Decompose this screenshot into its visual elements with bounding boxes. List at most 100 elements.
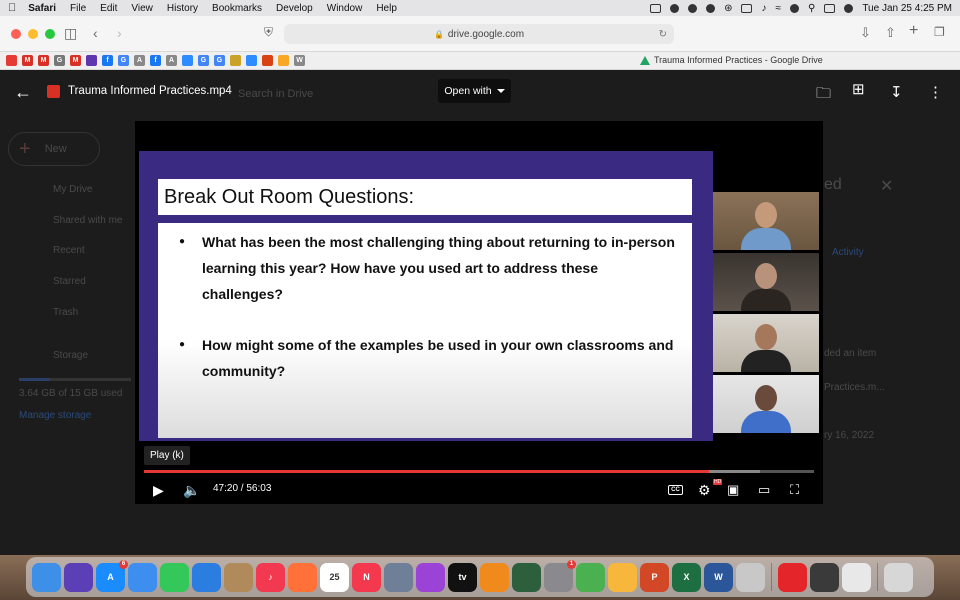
minimize-window-button[interactable] bbox=[28, 29, 38, 39]
textedit-icon[interactable] bbox=[842, 562, 871, 592]
gmail-icon[interactable]: M bbox=[22, 55, 33, 66]
podcasts-icon[interactable] bbox=[416, 562, 445, 592]
share-icon[interactable]: ⇧ bbox=[885, 25, 896, 41]
time-machine-icon[interactable] bbox=[512, 562, 541, 592]
maps-icon[interactable] bbox=[576, 562, 605, 592]
google-icon[interactable]: G bbox=[198, 55, 209, 66]
system-preferences-icon[interactable]: 1 bbox=[544, 559, 576, 592]
tab-activity[interactable]: Activity bbox=[832, 247, 864, 258]
siri-menu-icon[interactable] bbox=[844, 3, 854, 13]
control-center-icon[interactable] bbox=[824, 3, 836, 13]
nav-starred[interactable]: Starred bbox=[53, 276, 86, 287]
zoom-window-button[interactable] bbox=[45, 29, 55, 39]
acrobat-icon[interactable] bbox=[778, 562, 807, 592]
bookmark-icon[interactable] bbox=[230, 55, 241, 66]
siri-icon[interactable] bbox=[64, 562, 93, 592]
captions-icon[interactable]: CC bbox=[668, 485, 683, 495]
menu-file[interactable]: File bbox=[70, 3, 86, 14]
battery-icon[interactable] bbox=[741, 3, 753, 13]
cast-icon[interactable]: ▭ bbox=[758, 482, 770, 498]
play-status-icon[interactable] bbox=[688, 3, 698, 13]
google-icon[interactable]: G bbox=[118, 55, 129, 66]
download-icon[interactable]: ↧ bbox=[890, 83, 903, 101]
close-window-button[interactable] bbox=[11, 29, 21, 39]
menu-edit[interactable]: Edit bbox=[100, 3, 117, 14]
search-icon[interactable]: ⚲ bbox=[808, 3, 815, 14]
volume-icon[interactable]: ♪ bbox=[761, 3, 766, 14]
finder-icon[interactable] bbox=[32, 562, 61, 592]
facebook-icon[interactable]: f bbox=[102, 55, 113, 66]
music-icon[interactable]: ♪ bbox=[256, 562, 285, 592]
zoom-icon[interactable] bbox=[182, 55, 193, 66]
add-to-folder-icon[interactable]: 🗀 bbox=[816, 83, 831, 108]
w-icon[interactable]: W bbox=[294, 55, 305, 66]
menu-safari[interactable]: Safari bbox=[28, 3, 56, 14]
g-icon[interactable]: G bbox=[54, 55, 65, 66]
forward-nav-icon[interactable]: › bbox=[117, 25, 122, 41]
gmail-icon[interactable]: M bbox=[38, 55, 49, 66]
back-arrow-icon[interactable]: ← bbox=[14, 82, 32, 103]
privacy-shield-icon[interactable]: ⛨ bbox=[264, 25, 273, 40]
downloads-icon[interactable]: ⇩ bbox=[860, 25, 871, 41]
wifi-icon[interactable]: ≈ bbox=[775, 3, 781, 14]
reload-icon[interactable]: ↻ bbox=[659, 29, 667, 40]
facebook-icon[interactable]: f bbox=[150, 55, 161, 66]
tab-overview-icon[interactable]: ❐ bbox=[934, 25, 945, 39]
progress-bar[interactable] bbox=[144, 470, 814, 473]
excel-icon[interactable]: X bbox=[672, 562, 701, 592]
add-comment-icon[interactable]: ⊞ bbox=[852, 80, 865, 98]
calculator-icon[interactable] bbox=[810, 562, 839, 592]
messages-icon[interactable] bbox=[160, 562, 189, 592]
a-icon[interactable]: A bbox=[166, 55, 177, 66]
apple-menu-icon[interactable]:  bbox=[8, 2, 16, 14]
time-machine-status-icon[interactable] bbox=[706, 3, 716, 13]
more-options-icon[interactable]: ⋮ bbox=[928, 83, 943, 101]
bookmark-icon[interactable] bbox=[278, 55, 289, 66]
nav-trash[interactable]: Trash bbox=[53, 307, 78, 318]
contacts-icon[interactable] bbox=[224, 562, 253, 592]
nav-my-drive[interactable]: My Drive bbox=[53, 184, 92, 195]
calendar-icon[interactable]: 25 bbox=[320, 562, 349, 592]
new-tab-icon[interactable]: + bbox=[909, 22, 918, 40]
volume-icon[interactable]: 🔈 bbox=[183, 482, 200, 499]
menu-view[interactable]: View bbox=[131, 3, 153, 14]
photos-icon[interactable] bbox=[608, 562, 637, 592]
play-icon[interactable]: ▶ bbox=[153, 482, 164, 499]
nav-shared-with-me[interactable]: Shared with me bbox=[53, 215, 122, 226]
manage-storage-link[interactable]: Manage storage bbox=[19, 410, 91, 421]
back-nav-icon[interactable]: ‹ bbox=[93, 25, 98, 41]
menu-help[interactable]: Help bbox=[376, 3, 397, 14]
menu-develop[interactable]: Develop bbox=[276, 3, 313, 14]
a-icon[interactable]: A bbox=[134, 55, 145, 66]
fullscreen-icon[interactable]: ⛶ bbox=[790, 482, 799, 498]
app-store-icon[interactable]: A6 bbox=[96, 559, 128, 592]
video-player[interactable]: Break Out Room Questions: What has been … bbox=[135, 121, 823, 504]
zoom-icon[interactable] bbox=[246, 55, 257, 66]
address-bar[interactable]: 🔒 drive.google.com ↻ bbox=[284, 24, 674, 44]
menu-bookmarks[interactable]: Bookmarks bbox=[212, 3, 262, 14]
close-panel-icon[interactable]: ✕ bbox=[880, 176, 893, 196]
new-button[interactable]: + New bbox=[8, 132, 100, 166]
menu-history[interactable]: History bbox=[167, 3, 198, 14]
mail-icon[interactable] bbox=[128, 562, 157, 592]
dropbox-icon[interactable] bbox=[650, 3, 662, 13]
powerpoint-icon[interactable]: P bbox=[640, 562, 669, 592]
google-icon[interactable]: G bbox=[214, 55, 225, 66]
word-icon[interactable]: W bbox=[704, 562, 733, 592]
active-tab[interactable]: Trauma Informed Practices - Google Drive bbox=[640, 55, 823, 65]
open-with-button[interactable]: Open with bbox=[438, 79, 511, 103]
utilities-icon[interactable] bbox=[736, 562, 765, 592]
firefox-icon[interactable] bbox=[288, 562, 317, 592]
preview-icon[interactable] bbox=[384, 562, 413, 592]
news-icon[interactable]: N bbox=[352, 562, 381, 592]
list-icon[interactable] bbox=[86, 55, 97, 66]
menu-window[interactable]: Window bbox=[327, 3, 363, 14]
sidebar-toggle-icon[interactable]: ◫ bbox=[64, 25, 77, 42]
malwarebytes-icon[interactable] bbox=[670, 3, 680, 13]
user-icon[interactable] bbox=[789, 3, 799, 13]
safari-icon[interactable] bbox=[192, 562, 221, 592]
nav-recent[interactable]: Recent bbox=[53, 245, 85, 256]
settings-gear-icon[interactable]: ⚙ bbox=[698, 482, 711, 499]
gmail-icon[interactable]: M bbox=[70, 55, 81, 66]
youtube-icon[interactable] bbox=[6, 55, 17, 66]
